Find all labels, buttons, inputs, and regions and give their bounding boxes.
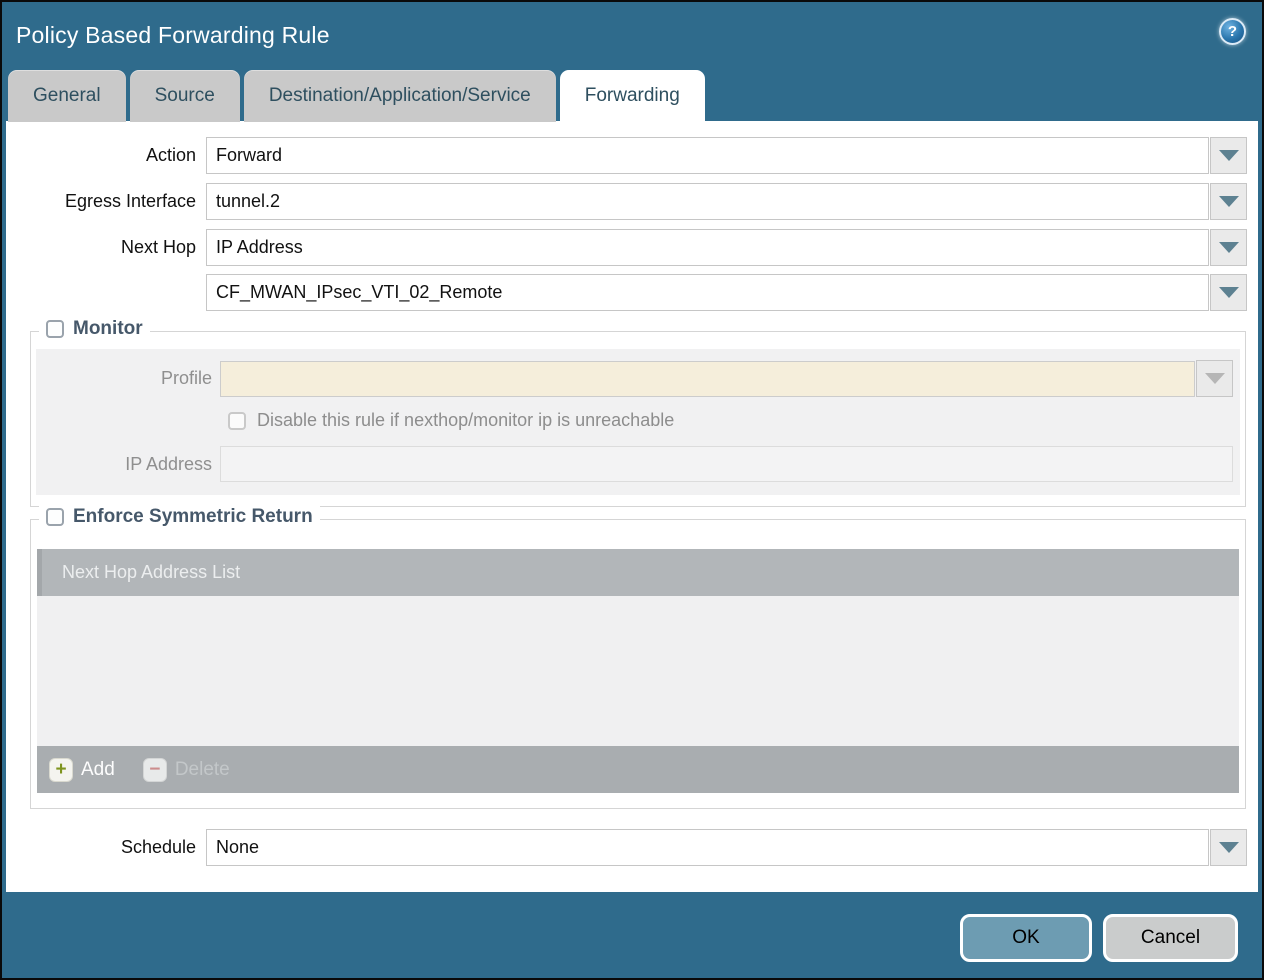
next-hop-address-list-toolbar: + Add − Delete — [37, 746, 1239, 793]
ok-button[interactable]: OK — [960, 914, 1092, 962]
egress-interface-label: Egress Interface — [6, 191, 206, 212]
monitor-legend: Monitor — [39, 318, 150, 340]
plus-icon: + — [49, 758, 73, 782]
chevron-down-icon — [1205, 373, 1225, 384]
next-hop-address-select[interactable]: CF_MWAN_IPsec_VTI_02_Remote — [206, 274, 1209, 311]
next-hop-label: Next Hop — [6, 237, 206, 258]
help-icon[interactable]: ? — [1219, 18, 1246, 45]
enforce-symmetric-return-section: Enforce Symmetric Return Next Hop Addres… — [30, 519, 1246, 809]
next-hop-address-list-header: Next Hop Address List — [37, 549, 1239, 596]
monitor-panel: Profile Disable this rule if nexthop/mon… — [36, 349, 1240, 495]
dialog-title: Policy Based Forwarding Rule — [16, 22, 330, 49]
action-dropdown-button[interactable] — [1210, 137, 1247, 174]
next-hop-row: Next Hop IP Address — [6, 229, 1247, 266]
add-button[interactable]: + Add — [49, 758, 115, 782]
action-label: Action — [6, 145, 206, 166]
action-select[interactable]: Forward — [206, 137, 1209, 174]
chevron-down-icon — [1219, 287, 1239, 298]
delete-button: − Delete — [143, 758, 230, 782]
next-hop-address-row: CF_MWAN_IPsec_VTI_02_Remote — [6, 274, 1247, 311]
schedule-select[interactable]: None — [206, 829, 1209, 866]
monitor-checkbox[interactable] — [46, 320, 64, 338]
next-hop-type-select[interactable]: IP Address — [206, 229, 1209, 266]
pbf-rule-dialog: Policy Based Forwarding Rule ? General S… — [0, 0, 1264, 980]
profile-select — [220, 361, 1195, 397]
monitor-ip-address-row: IP Address — [36, 446, 1233, 482]
tab-destination-application-service[interactable]: Destination/Application/Service — [244, 70, 556, 122]
egress-interface-row: Egress Interface tunnel.2 — [6, 183, 1247, 220]
monitor-section: Monitor Profile Disable this rule if nex… — [30, 331, 1246, 507]
next-hop-address-list-body[interactable] — [37, 596, 1239, 746]
cancel-button[interactable]: Cancel — [1103, 914, 1238, 962]
next-hop-address-dropdown-button[interactable] — [1210, 274, 1247, 311]
schedule-row: Schedule None — [6, 829, 1247, 866]
schedule-dropdown-button[interactable] — [1210, 829, 1247, 866]
enforce-symmetric-return-checkbox[interactable] — [46, 508, 64, 526]
monitor-ip-address-label: IP Address — [36, 454, 220, 475]
next-hop-address-list-table: Next Hop Address List + Add − Delete — [37, 549, 1239, 793]
schedule-label: Schedule — [6, 837, 206, 858]
chevron-down-icon — [1219, 242, 1239, 253]
monitor-ip-address-input — [220, 446, 1233, 482]
add-button-label: Add — [81, 759, 115, 781]
profile-row: Profile — [36, 360, 1233, 397]
title-bar: Policy Based Forwarding Rule ? — [2, 2, 1262, 68]
next-hop-type-dropdown-button[interactable] — [1210, 229, 1247, 266]
chevron-down-icon — [1219, 150, 1239, 161]
action-row: Action Forward — [6, 137, 1247, 174]
tab-bar: General Source Destination/Application/S… — [8, 70, 705, 122]
minus-icon: − — [143, 758, 167, 782]
tab-general[interactable]: General — [8, 70, 126, 122]
chevron-down-icon — [1219, 196, 1239, 207]
enforce-symmetric-return-legend: Enforce Symmetric Return — [39, 506, 320, 528]
profile-dropdown-button — [1196, 360, 1233, 397]
disable-rule-label: Disable this rule if nexthop/monitor ip … — [257, 410, 674, 431]
disable-rule-checkbox — [228, 412, 246, 430]
profile-label: Profile — [36, 368, 220, 389]
disable-rule-row: Disable this rule if nexthop/monitor ip … — [228, 410, 1240, 431]
chevron-down-icon — [1219, 842, 1239, 853]
enforce-symmetric-return-legend-label: Enforce Symmetric Return — [73, 506, 313, 528]
tab-forwarding[interactable]: Forwarding — [560, 70, 705, 122]
tab-source[interactable]: Source — [130, 70, 240, 122]
delete-button-label: Delete — [175, 759, 230, 781]
egress-interface-dropdown-button[interactable] — [1210, 183, 1247, 220]
egress-interface-select[interactable]: tunnel.2 — [206, 183, 1209, 220]
forwarding-tab-panel: Action Forward Egress Interface tunnel.2… — [6, 121, 1258, 892]
monitor-legend-label: Monitor — [73, 318, 143, 340]
